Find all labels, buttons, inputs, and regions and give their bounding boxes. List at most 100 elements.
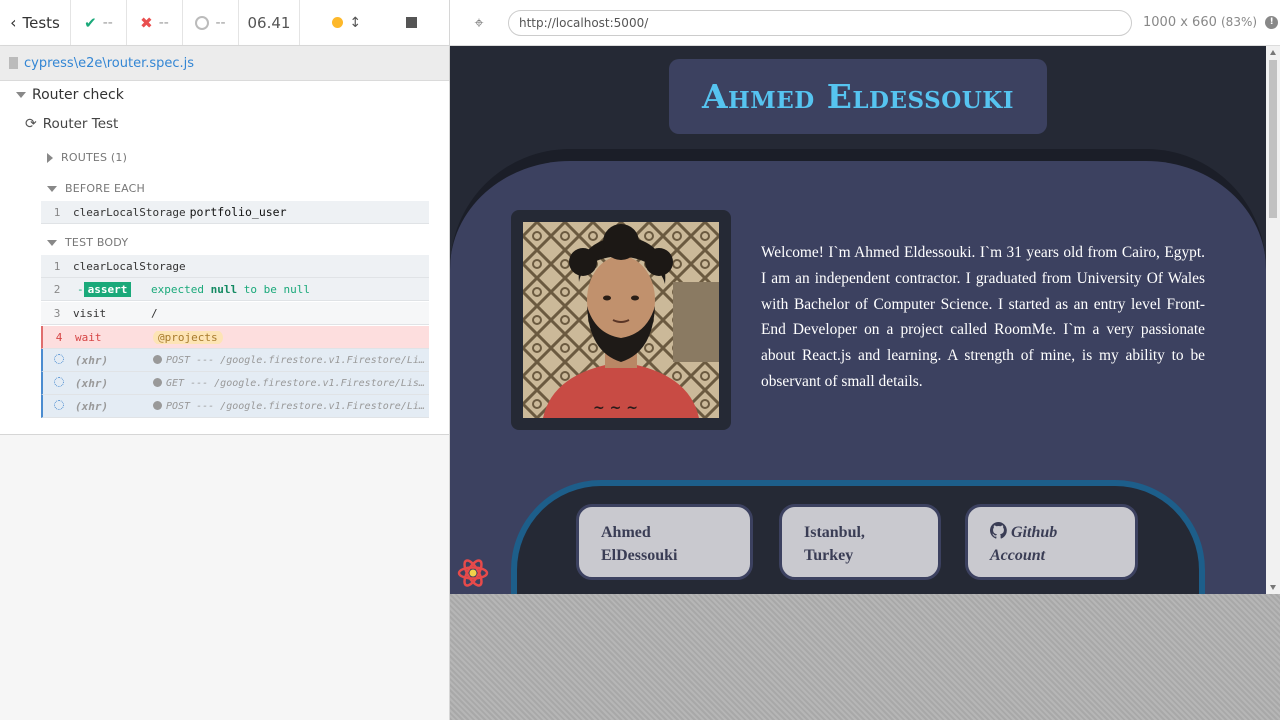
x-icon: ✖ <box>140 13 153 32</box>
viewport-scale: (83%) <box>1221 15 1258 29</box>
autoscroll-toggle[interactable]: ↕ <box>332 15 361 31</box>
url-bar[interactable]: http://localhost:5000/ <box>508 9 1132 36</box>
runnable-list: Router check ⟳ Router Test ROUTES (1) BE… <box>0 81 449 435</box>
pending-dot-icon <box>153 355 162 364</box>
xhr-url: POST --- /google.firestore.v1.Firestore/… <box>166 354 429 366</box>
card-line: Github <box>989 521 1135 544</box>
viewport-info[interactable]: 1000 x 660 (83%) ! <box>1143 15 1279 30</box>
xhr-row[interactable]: (xhr) GET --- /google.firestore.v1.Fires… <box>41 372 429 395</box>
refresh-icon: ⟳ <box>25 116 37 132</box>
aut-iframe: Ahmed Eldessouki ~ ~ ~ Welcome! I`m Ahme… <box>450 46 1280 594</box>
run-controls: ↕ <box>300 0 449 45</box>
failed-count: -- <box>158 14 169 31</box>
hook-routes[interactable]: ROUTES (1) <box>47 151 127 164</box>
assert-text-expected: expected <box>151 282 204 296</box>
command-name: wait <box>75 330 102 344</box>
caret-down-icon <box>47 239 57 246</box>
crosshair-icon: ⌖ <box>474 12 484 32</box>
command-name: (xhr) <box>75 376 109 390</box>
profile-photo-frame: ~ ~ ~ <box>511 210 731 430</box>
spinner-icon <box>54 399 64 410</box>
passed-stat[interactable]: ✔ -- <box>71 0 127 45</box>
pending-dot-icon <box>153 378 162 387</box>
command-number <box>43 353 75 367</box>
command-number <box>43 399 75 413</box>
command-name: clearLocalStorage <box>73 259 186 273</box>
caret-right-icon <box>47 152 53 163</box>
hook-before-each[interactable]: BEFORE EACH <box>47 182 145 195</box>
back-to-tests-button[interactable]: ‹ Tests <box>0 0 71 45</box>
command-row[interactable]: 2 - assert expected null to be null <box>41 278 429 301</box>
card-line: ElDessouki <box>601 547 678 564</box>
github-icon <box>989 522 1007 539</box>
command-row[interactable]: 1 clearLocalStorage <box>41 255 429 278</box>
contact-card-location: Istanbul, Turkey <box>779 504 941 580</box>
hook-test-body[interactable]: TEST BODY <box>47 236 128 249</box>
stop-button[interactable] <box>405 17 417 28</box>
spec-path-link[interactable]: cypress\e2e\router.spec.js <box>24 56 194 71</box>
chevron-left-icon: ‹ <box>10 13 17 32</box>
command-name: - assert <box>73 281 151 297</box>
command-number: 2 <box>53 282 61 296</box>
hook-before-each-label: BEFORE EACH <box>65 182 146 195</box>
command-message: expected null to be null <box>151 283 429 296</box>
xhr-url: GET --- /google.firestore.v1.Firestore/L… <box>166 377 429 389</box>
command-number <box>43 376 75 390</box>
aut-stage: Ahmed Eldessouki ~ ~ ~ Welcome! I`m Ahme… <box>450 46 1280 720</box>
site-header: Ahmed Eldessouki <box>669 59 1047 134</box>
failed-stat[interactable]: ✖ -- <box>127 0 183 45</box>
command-number: 3 <box>53 306 61 320</box>
passed-count: -- <box>102 14 113 31</box>
aut-scrollbar[interactable] <box>1266 46 1280 594</box>
assert-text-value: null <box>210 282 238 296</box>
selector-playground-button[interactable]: ⌖ <box>450 13 508 33</box>
command-row[interactable]: 3 visit / <box>41 302 429 325</box>
command-name: visit <box>73 306 107 320</box>
assert-text-condition: to be null <box>243 282 310 296</box>
card-line: Turkey <box>804 547 854 564</box>
svg-text:~ ~ ~: ~ ~ ~ <box>593 400 638 416</box>
alias-pill: @projects <box>153 330 223 344</box>
command-row-failed[interactable]: 4 wait @projects <box>41 326 429 349</box>
card-line: Account <box>990 547 1046 564</box>
assert-badge: assert <box>83 281 132 297</box>
scroll-arrows-icon: ↕ <box>349 14 362 31</box>
check-icon: ✔ <box>84 13 97 32</box>
spinner-icon <box>54 376 64 387</box>
scroll-down-icon[interactable] <box>1270 585 1276 590</box>
site-title: Ahmed Eldessouki <box>701 77 1015 116</box>
test-label: Router Test <box>42 116 119 132</box>
scroll-up-icon[interactable] <box>1270 50 1276 55</box>
info-icon: ! <box>1265 16 1279 29</box>
react-logo-icon <box>457 559 489 587</box>
command-message: POST --- /google.firestore.v1.Firestore/… <box>153 401 429 412</box>
command-message: portfolio_user <box>189 205 287 219</box>
pending-count: -- <box>215 14 226 31</box>
hook-test-body-label: TEST BODY <box>65 236 129 249</box>
hook-routes-label: ROUTES (1) <box>61 151 128 164</box>
spinner-icon <box>54 353 64 364</box>
duration-timer: 06.41 <box>239 0 300 45</box>
xhr-url: POST --- /google.firestore.v1.Firestore/… <box>166 400 429 412</box>
command-row[interactable]: 1 clearLocalStorage portfolio_user <box>41 201 429 224</box>
command-number: 4 <box>55 330 63 344</box>
pending-stat[interactable]: -- <box>183 0 239 45</box>
xhr-row[interactable]: (xhr) POST --- /google.firestore.v1.Fire… <box>41 349 429 372</box>
reporter-header: ‹ Tests ✔ -- ✖ -- -- 06.41 ↕ <box>0 0 449 46</box>
bio-text: Welcome! I`m Ahmed Eldessouki. I`m 31 ye… <box>761 244 1205 390</box>
xhr-row[interactable]: (xhr) POST --- /google.firestore.v1.Fire… <box>41 395 429 418</box>
github-link-card[interactable]: Github Account <box>965 504 1138 580</box>
caret-down-icon <box>16 92 26 98</box>
assert-prefix: - <box>77 282 84 296</box>
caret-down-icon <box>47 185 57 192</box>
reporter-panel: ‹ Tests ✔ -- ✖ -- -- 06.41 ↕ cypress\e2e… <box>0 0 450 720</box>
command-name: clearLocalStorage <box>73 205 186 219</box>
contact-card-name: Ahmed ElDessouki <box>576 504 753 580</box>
suite-title[interactable]: Router check <box>16 87 124 103</box>
scroll-thumb[interactable] <box>1269 60 1277 218</box>
profile-photo: ~ ~ ~ <box>523 222 719 418</box>
command-message: POST --- /google.firestore.v1.Firestore/… <box>153 355 429 366</box>
command-message: / <box>151 306 158 320</box>
test-title[interactable]: ⟳ Router Test <box>25 116 118 132</box>
viewport-size: 1000 x 660 <box>1143 15 1217 30</box>
